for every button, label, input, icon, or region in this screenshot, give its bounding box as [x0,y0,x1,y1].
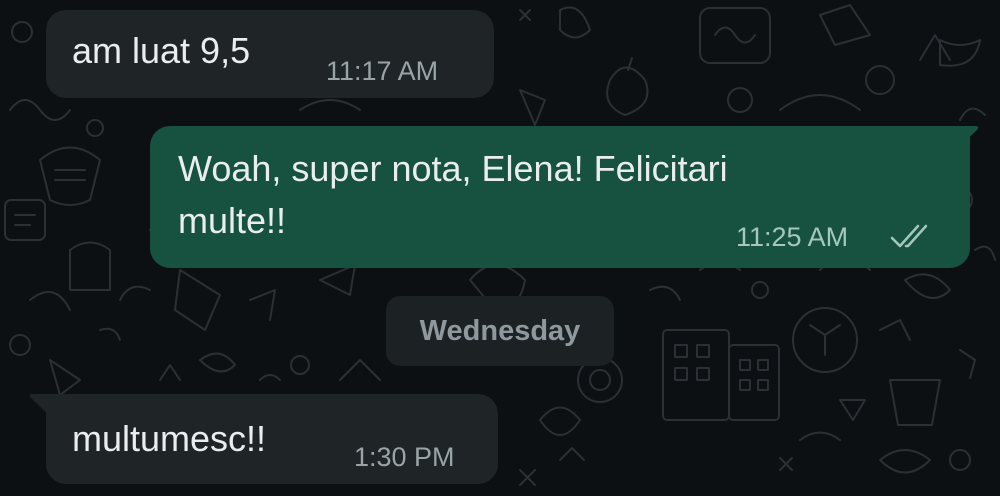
message-text: am luat 9,5 [72,30,251,71]
message-text-line-2: multe!! [178,200,287,241]
message-bubble-incoming[interactable]: multumesc!! 1:30 PM [46,394,498,484]
message-bubble-outgoing[interactable]: Woah, super nota, Elena! Felicitari mult… [150,126,970,268]
chat-view: am luat 9,5 11:17 AM Woah, super nota, E… [0,0,1000,496]
message-text-line-1: Woah, super nota, Elena! Felicitari [178,148,728,189]
message-bubble-incoming[interactable]: am luat 9,5 11:17 AM [46,10,494,98]
message-timestamp: 11:25 AM [736,222,849,252]
message-timestamp: 1:30 PM [354,442,455,472]
date-separator: Wednesday [386,296,614,366]
message-timestamp: 11:17 AM [326,56,439,86]
message-text: multumesc!! [72,418,267,459]
double-check-icon [890,224,928,248]
